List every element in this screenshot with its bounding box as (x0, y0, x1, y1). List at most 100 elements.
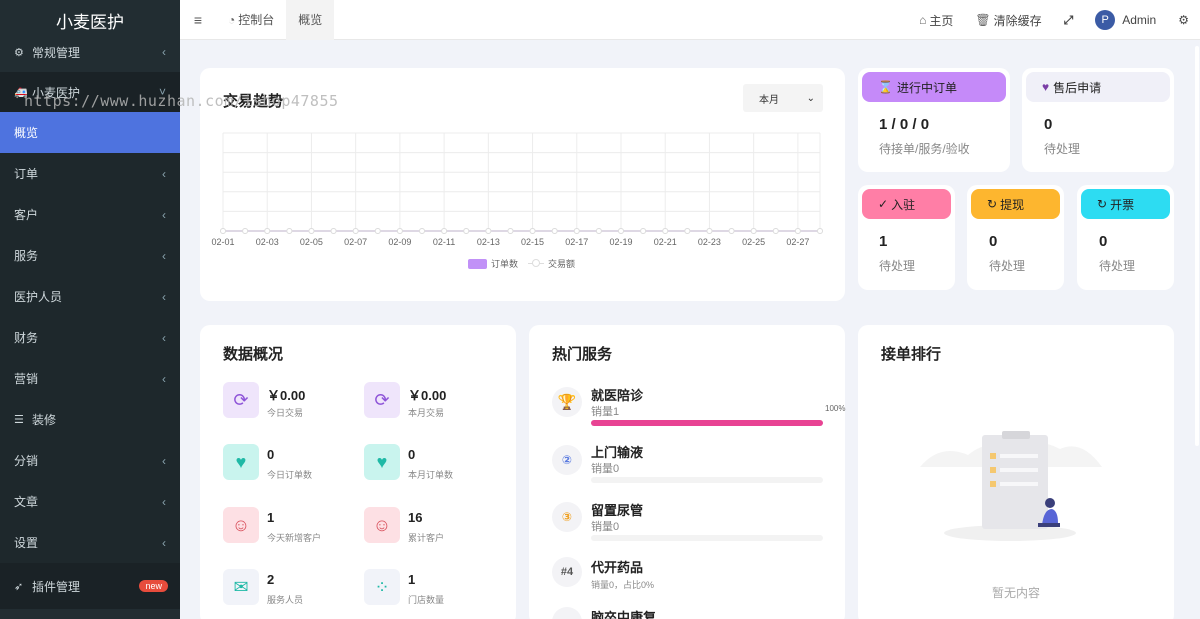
join-desc: 待处理 (879, 259, 916, 273)
scrollbar-thumb[interactable] (1195, 46, 1199, 446)
chevron-left-icon: ‹ (162, 248, 166, 263)
menu-toggle-icon[interactable]: ≡ (180, 12, 216, 28)
service-percent: 100% (825, 404, 846, 413)
service-name[interactable]: 上门输液 (591, 442, 643, 461)
data-point (352, 228, 359, 234)
ranking-title: 接单排行 (881, 346, 942, 363)
invoice-card[interactable]: ↻ 开票 0 待处理 (1077, 185, 1174, 290)
empty-state-illustration (920, 431, 1102, 541)
invoice-chip: ↻ 开票 (1081, 189, 1170, 219)
in-progress-label: 进行中订单 (896, 80, 957, 95)
today-orders-value: 0 (267, 447, 275, 462)
data-point (286, 228, 293, 234)
tab-overview[interactable]: 概览 (286, 0, 335, 40)
total-customers-label: 累计客户 (408, 533, 445, 543)
clear-cache-label: 清除缓存 (993, 13, 1042, 28)
today-trade-value: ￥0.00 (267, 388, 306, 403)
staff-value: 2 (267, 572, 275, 587)
data-point (772, 228, 779, 234)
month-trade-value: ￥0.00 (408, 388, 447, 403)
chevron-left-icon: ‹ (162, 207, 166, 222)
total-customers-value: 16 (408, 510, 423, 525)
user-menu[interactable]: P Admin (1084, 10, 1167, 30)
sidebar-item-label: 订单 (14, 167, 39, 181)
service-name[interactable]: 留置尿管 (591, 500, 643, 519)
sidebar-item-finance[interactable]: 财务 ‹ (0, 317, 180, 358)
sidebar-item-distribution[interactable]: 分销 ‹ (0, 440, 180, 481)
x-tick-label: 02-25 (742, 237, 765, 247)
settings-button[interactable]: ⚙ (1167, 13, 1200, 27)
sidebar-item-label: 分销 (14, 454, 39, 468)
ambulance-icon: 🚑 (14, 86, 28, 99)
legend-amount-swatch (528, 259, 545, 267)
sidebar-item-medical-staff[interactable]: 医护人员 ‹ (0, 276, 180, 317)
check-circle-icon: ✓ (878, 197, 889, 211)
sidebar-item-general[interactable]: ⚙ 常规管理 ‹ (0, 40, 180, 64)
sidebar-item-label: 客户 (14, 208, 39, 222)
data-point (485, 228, 492, 234)
withdraw-label: 提现 (1000, 197, 1025, 212)
join-card[interactable]: ✓ 入驻 1 待处理 (858, 185, 955, 290)
sidebar-item-overview[interactable]: 概览 (0, 112, 180, 153)
sidebar-item-xiaomai[interactable]: 🚑 小麦医护 ˅ (0, 72, 180, 112)
avatar: P (1095, 10, 1116, 30)
x-tick-label: 02-21 (654, 237, 677, 247)
data-point (264, 228, 271, 234)
service-name[interactable]: 代开药品 (591, 557, 643, 576)
after-sales-chip: ♥ 售后申请 (1026, 72, 1170, 102)
after-sales-card[interactable]: ♥ 售后申请 0 待处理 (1022, 68, 1174, 172)
sidebar-item-label: 插件管理 (32, 579, 81, 594)
x-tick-label: 02-01 (211, 237, 234, 247)
join-chip: ✓ 入驻 (862, 189, 951, 219)
sidebar-item-articles[interactable]: 文章 ‹ (0, 481, 180, 522)
invoice-value: 0 (1099, 233, 1108, 250)
sidebar-item-plugins[interactable]: ➶ 插件管理 new (0, 563, 180, 609)
service-name[interactable]: 就医陪诊 (591, 385, 643, 404)
month-orders-value: 0 (408, 447, 416, 462)
sidebar-item-label: 营销 (14, 372, 39, 386)
heart-pulse-icon: ♥ (223, 444, 259, 480)
sidebar-item-marketing[interactable]: 营销 ‹ (0, 358, 180, 399)
after-sales-desc: 待处理 (1044, 142, 1081, 156)
rank-badge: #4 (552, 557, 582, 587)
fullscreen-icon: ⤢ (1063, 12, 1074, 27)
legend-amount-label: 交易额 (548, 259, 576, 269)
staff-icon: ✉ (223, 569, 259, 605)
legend-orders-label: 订单数 (491, 259, 519, 269)
rocket-icon: ➶ (14, 580, 24, 593)
x-tick-label: 02-09 (388, 237, 411, 247)
data-point (441, 228, 448, 234)
service-progress-bar (591, 420, 823, 426)
withdraw-card[interactable]: ↻ 提现 0 待处理 (967, 185, 1064, 290)
join-value: 1 (879, 233, 888, 250)
data-point (794, 228, 801, 234)
data-point (529, 228, 536, 234)
data-point (640, 228, 647, 234)
scrollbar[interactable] (1194, 40, 1200, 619)
data-point (573, 228, 580, 234)
withdraw-value: 0 (989, 233, 998, 250)
home-link[interactable]: ⌂ 主页 (908, 12, 964, 29)
withdraw-chip: ↻ 提现 (971, 189, 1060, 219)
sidebar-item-settings[interactable]: 设置 ‹ (0, 522, 180, 563)
fullscreen-button[interactable]: ⤢ (1053, 13, 1085, 28)
x-tick-label: 02-13 (477, 237, 500, 247)
data-point (374, 228, 381, 234)
sidebar-item-orders[interactable]: 订单 ‹ (0, 153, 180, 194)
in-progress-card[interactable]: ⌛ 进行中订单 1 / 0 / 0 待接单/服务/验收 (858, 68, 1010, 172)
stores-label: 门店数量 (408, 595, 445, 605)
sidebar-item-decoration[interactable]: ☰ 装修 (0, 399, 180, 440)
tab-dashboard[interactable]: ◔ 控制台 (216, 0, 286, 40)
chevron-left-icon: ‹ (162, 453, 166, 468)
medal-3-icon: ③ (552, 502, 582, 532)
service-name[interactable]: 脑卒中康复 (591, 607, 656, 619)
after-sales-value: 0 (1044, 116, 1053, 133)
sidebar-item-label: 文章 (14, 495, 39, 509)
clear-cache-button[interactable]: 🗑 清除缓存 (964, 12, 1052, 29)
invoice-desc: 待处理 (1099, 259, 1136, 273)
sidebar-item-services[interactable]: 服务 ‹ (0, 235, 180, 276)
sidebar-item-customers[interactable]: 客户 ‹ (0, 194, 180, 235)
data-point (242, 228, 249, 234)
sidebar-item-label: 常规管理 (32, 45, 81, 60)
service-progress-fill (591, 420, 823, 426)
